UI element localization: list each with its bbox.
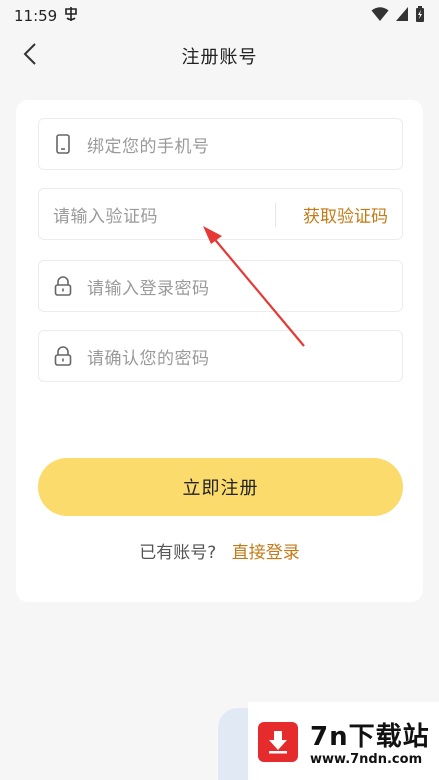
phone-icon	[53, 134, 73, 154]
wifi-icon	[371, 6, 389, 26]
login-prompt: 已有账号? 直接登录	[16, 538, 423, 563]
download-icon	[258, 722, 298, 762]
password-placeholder: 请输入登录密码	[87, 278, 210, 299]
watermark-brand: 7n下载站	[310, 722, 430, 752]
status-bar: 11:59	[0, 0, 439, 32]
lock-icon	[53, 346, 73, 366]
code-field[interactable]: 请输入验证码 获取验证码	[38, 188, 403, 240]
password-field[interactable]: 请输入登录密码	[38, 260, 403, 312]
login-link[interactable]: 直接登录	[232, 543, 300, 563]
watermark-url: www.7ndn.com	[310, 752, 423, 767]
phone-field[interactable]: 绑定您的手机号	[38, 118, 403, 170]
header: 注册账号	[0, 32, 439, 80]
battery-icon	[415, 6, 425, 26]
code-divider	[275, 203, 276, 227]
watermark: 7n下载站 www.7ndn.com	[218, 702, 439, 780]
chevron-left-icon	[23, 42, 37, 70]
get-code-button[interactable]: 获取验证码	[303, 189, 388, 239]
register-button[interactable]: 立即注册	[38, 458, 403, 516]
phone-placeholder: 绑定您的手机号	[87, 136, 210, 157]
register-card: 绑定您的手机号 请输入验证码 获取验证码 请输入登录密码 请确认您的密码 立即注…	[16, 100, 423, 602]
signal-icon	[395, 6, 409, 26]
back-button[interactable]	[14, 40, 46, 72]
have-account-text: 已有账号?	[139, 543, 217, 563]
confirm-password-placeholder: 请确认您的密码	[87, 348, 210, 369]
confirm-password-field[interactable]: 请确认您的密码	[38, 330, 403, 382]
lock-icon	[53, 276, 73, 296]
page-title: 注册账号	[181, 47, 258, 68]
app-notification-icon	[63, 6, 79, 26]
status-time: 11:59	[14, 7, 58, 25]
code-placeholder: 请输入验证码	[53, 206, 158, 227]
